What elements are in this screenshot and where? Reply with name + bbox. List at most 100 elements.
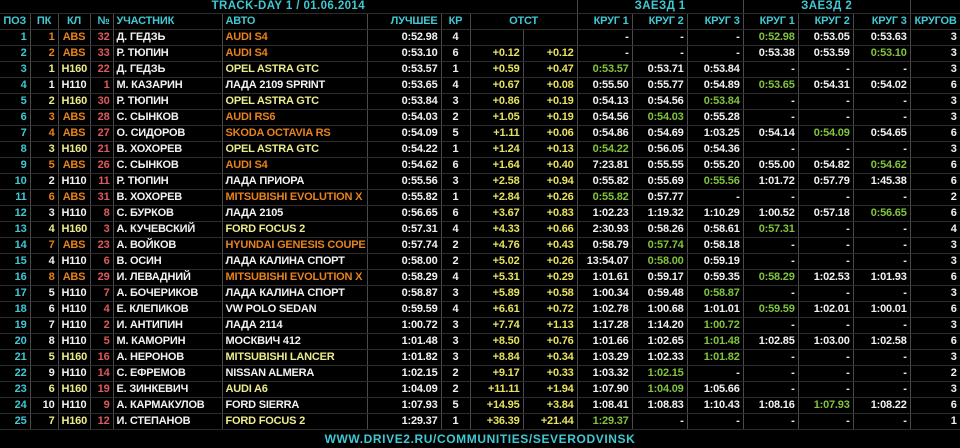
laps-total-cell: 6	[910, 333, 960, 350]
lap-time-cell: 0:57.31	[743, 221, 799, 238]
gap-interval-cell: +0.94	[523, 173, 578, 190]
lap-time-cell: -	[798, 61, 854, 78]
lap-time-cell: 0:55.69	[632, 173, 688, 190]
lap-time-cell: 0:53.05	[798, 29, 854, 46]
lap-time-cell: -	[798, 221, 854, 238]
gap-interval-cell: +0.33	[523, 365, 578, 382]
gap-to-leader-cell: +2.58	[470, 173, 524, 190]
lap-time-cell: -	[743, 237, 799, 254]
lap-time-cell: 0:54.65	[853, 125, 911, 142]
car-cell: AUDI S4	[222, 157, 368, 174]
table-row: 13 4 Н160 3 А. КУЧЕВСКИЙ FORD FOCUS 2 0:57.31 4…	[0, 221, 960, 238]
lap-time-cell: -	[632, 45, 688, 62]
car-cell: OPEL ASTRA GTC	[222, 141, 368, 158]
car-number-cell: 22	[90, 61, 114, 78]
position-cell: 5	[0, 93, 31, 110]
gap-interval-cell: +1.13	[523, 317, 578, 334]
car-number-cell: 6	[90, 253, 114, 270]
lap-time-cell: 1:02.33	[632, 349, 688, 366]
lap-time-cell: 1:45.38	[853, 173, 911, 190]
laps-total-cell: 6	[910, 173, 960, 190]
class-cell: ABS	[58, 125, 91, 142]
lap-time-cell: 0:53.10	[853, 45, 911, 62]
class-rank-cell: 7	[30, 317, 59, 334]
car-cell: HYUNDAI GENESIS COUPE	[222, 237, 368, 254]
gap-interval-cell: +0.29	[523, 269, 578, 286]
car-number-cell: 7	[90, 285, 114, 302]
driver-cell: Е. КЛЕПИКОВ	[113, 301, 223, 318]
lap-time-cell: -	[743, 285, 799, 302]
lap-time-cell: -	[687, 29, 744, 46]
lap-time-cell: -	[853, 413, 911, 430]
lap-time-cell: 0:53.38	[743, 45, 799, 62]
car-cell: FORD FOCUS 2	[222, 221, 368, 238]
car-cell: ЛАДА 2114	[222, 317, 368, 334]
car-number-cell: 31	[90, 189, 114, 206]
car-number-cell: 23	[90, 237, 114, 254]
best-lap-number-cell: 2	[441, 253, 471, 270]
class-cell: Н110	[58, 173, 91, 190]
best-time-cell: 0:53.65	[367, 77, 442, 94]
best-time-cell: 1:07.93	[367, 397, 442, 414]
lap-time-cell: 0:58.79	[577, 237, 633, 254]
lap-time-cell: 0:58.00	[632, 253, 688, 270]
best-lap-number-cell: 4	[441, 221, 471, 238]
lap-time-cell: 0:54.14	[743, 125, 799, 142]
lap-time-cell: -	[743, 253, 799, 270]
car-cell: NISSAN ALMERA	[222, 365, 368, 382]
gap-interval-cell: +3.84	[523, 397, 578, 414]
laps-total-cell: 3	[910, 317, 960, 334]
position-cell: 3	[0, 61, 31, 78]
results-body: 1 1 ABS 32 Д. ГЕДЗЬ AUDI S4 0:52.98 4- - -0:52.98…	[0, 29, 960, 430]
lap-time-cell: 0:55.00	[743, 157, 799, 174]
gap-to-leader-cell: +1.64	[470, 157, 524, 174]
table-row: 21 5 Н160 16 А. НЕРОНОВ MITSUBISHI LANCER 1:01…	[0, 349, 960, 366]
best-time-cell: 1:01.48	[367, 333, 442, 350]
driver-cell: А. НЕРОНОВ	[113, 349, 223, 366]
lap-time-cell: 1:00.01	[853, 301, 911, 318]
lap-time-cell: 0:58.29	[743, 269, 799, 286]
class-rank-cell: 6	[30, 189, 59, 206]
lap-time-cell: 0:54.89	[687, 77, 744, 94]
table-row: 18 6 Н110 4 Е. КЛЕПИКОВ VW POLO SEDAN 0:59.59 4…	[0, 301, 960, 318]
lap-time-cell: 1:00.34	[577, 285, 633, 302]
column-header-s2k2: КРУГ 2	[798, 13, 854, 30]
column-header-cls: КЛ	[58, 13, 91, 30]
table-row: 8 3 Н160 21 В. ХОХОРЕВ OPEL ASTRA GTC 0:54.22 1…	[0, 141, 960, 158]
car-cell: OPEL ASTRA GTC	[222, 93, 368, 110]
lap-time-cell: 1:00.72	[687, 317, 744, 334]
column-header-pk: ПК	[30, 13, 59, 30]
laps-total-cell: 2	[910, 189, 960, 206]
gap-to-leader-cell: +5.31	[470, 269, 524, 286]
lap-time-cell: -	[743, 349, 799, 366]
class-rank-cell: 8	[30, 269, 59, 286]
lap-time-cell: -	[853, 381, 911, 398]
lap-time-cell: -	[743, 365, 799, 382]
lap-time-cell: 1:00.52	[743, 205, 799, 222]
footer-link[interactable]: WWW.DRIVE2.RU/COMMUNITIES/SEVERODVINSK	[325, 432, 636, 446]
lap-time-cell: 0:57.74	[632, 237, 688, 254]
lap-time-cell: 0:55.82	[577, 173, 633, 190]
lap-time-cell: 1:08.83	[632, 397, 688, 414]
class-cell: Н160	[58, 141, 91, 158]
table-row: 14 7 ABS 23 А. ВОЙКОВ HYUNDAI GENESIS COUPE 0:…	[0, 237, 960, 254]
car-number-cell: 16	[90, 349, 114, 366]
gap-to-leader-cell: +5.89	[470, 285, 524, 302]
lap-time-cell: -	[798, 349, 854, 366]
driver-cell: С. БУРКОВ	[113, 205, 223, 222]
best-time-cell: 0:54.09	[367, 125, 442, 142]
column-header-s1k2: КРУГ 2	[632, 13, 688, 30]
driver-cell: Р. ТЮПИН	[113, 45, 223, 62]
class-cell: Н110	[58, 205, 91, 222]
lap-time-cell: 0:56.05	[632, 141, 688, 158]
lap-time-cell: 1:01.82	[687, 349, 744, 366]
lap-time-cell: 1:08.16	[743, 397, 799, 414]
gap-to-leader-cell: +1.11	[470, 125, 524, 142]
best-lap-number-cell: 1	[441, 413, 471, 430]
class-rank-cell: 6	[30, 301, 59, 318]
lap-time-cell: -	[798, 237, 854, 254]
table-row: 10 2 Н110 11 Р. ТЮПИН ЛАДА ПРИОРА 0:55.56 3 +2.5…	[0, 173, 960, 190]
car-cell: FORD SIERRA	[222, 397, 368, 414]
class-rank-cell: 1	[30, 29, 59, 46]
position-cell: 10	[0, 173, 31, 190]
